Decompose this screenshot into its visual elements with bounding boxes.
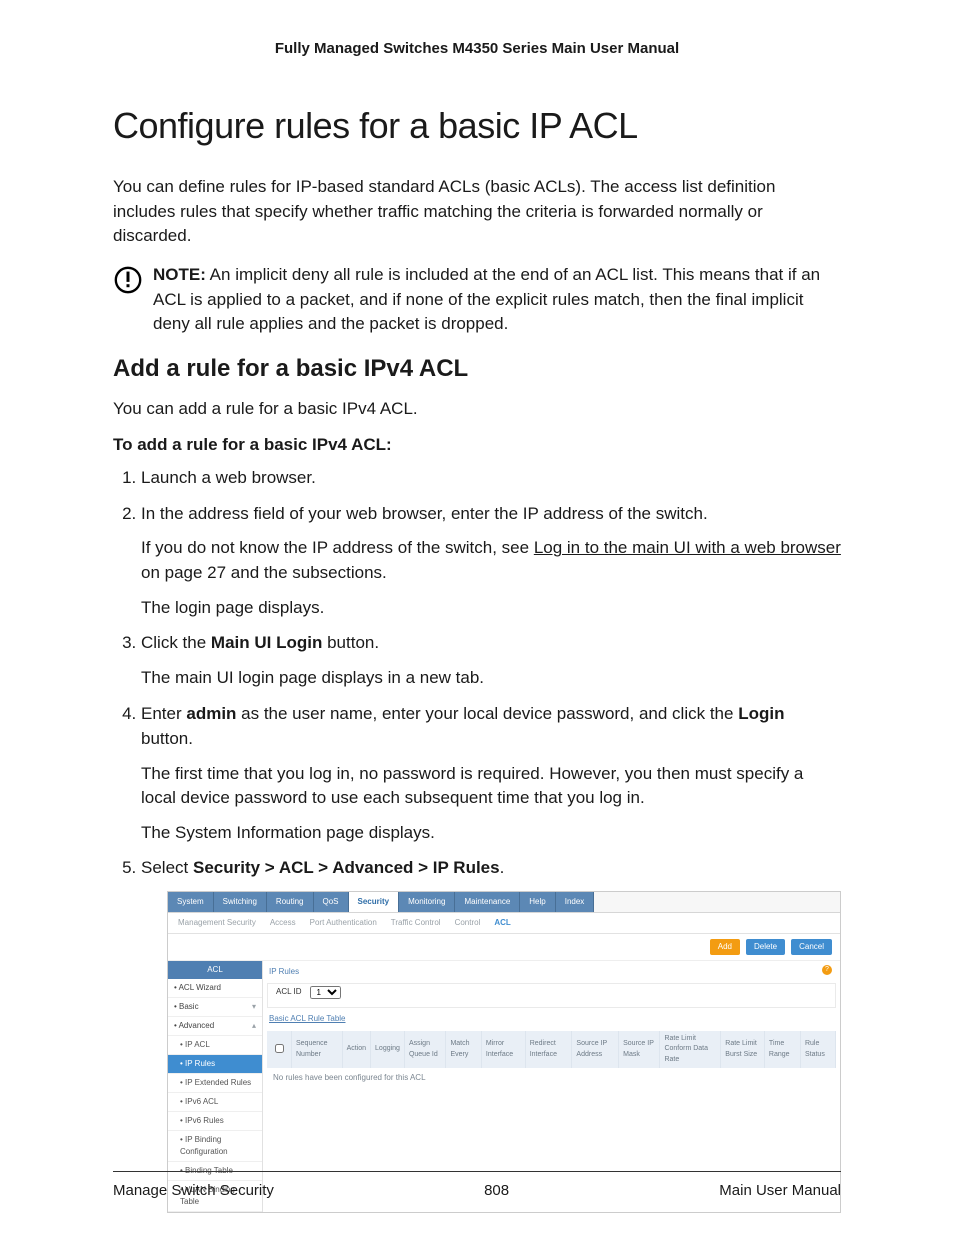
tab-qos[interactable]: QoS (314, 892, 349, 912)
alert-icon (113, 265, 143, 295)
add-button[interactable]: Add (710, 939, 740, 955)
ip-rules-title: IP Rules ? (267, 961, 836, 983)
rule-table-title: Basic ACL Rule Table (267, 1008, 836, 1027)
step-5: Select Security > ACL > Advanced > IP Ru… (141, 855, 841, 1213)
page-title: Configure rules for a basic IP ACL (113, 105, 841, 147)
top-tabs: SystemSwitchingRoutingQoSSecurityMonitor… (168, 892, 840, 913)
subtab-access[interactable]: Access (270, 917, 296, 929)
section-heading: Add a rule for a basic IPv4 ACL (113, 355, 841, 383)
col-rate-limit-conform-data-rate: Rate Limit Conform Data Rate (660, 1031, 721, 1069)
col-sequence-number: Sequence Number (292, 1031, 343, 1069)
tab-system[interactable]: System (168, 892, 214, 912)
step-3: Click the Main UI Login button. The main… (141, 630, 841, 690)
col-mirror-interface: Mirror Interface (481, 1031, 525, 1069)
tab-index[interactable]: Index (556, 892, 595, 912)
page-footer: Manage Switch Security 808 Main User Man… (113, 1171, 841, 1199)
tab-maintenance[interactable]: Maintenance (455, 892, 520, 912)
chevron-icon: ▴ (252, 1020, 256, 1032)
footer-right: Main User Manual (719, 1182, 841, 1199)
button-row: Add Delete Cancel (168, 934, 840, 961)
step-2: In the address field of your web browser… (141, 501, 841, 620)
sidebar-item-ip-binding-configuration[interactable]: • IP Binding Configuration (168, 1131, 262, 1162)
note-text: An implicit deny all rule is included at… (153, 265, 820, 333)
step-1: Launch a web browser. (141, 465, 841, 491)
section-intro: You can add a rule for a basic IPv4 ACL. (113, 397, 841, 422)
step-4: Enter admin as the user name, enter your… (141, 701, 841, 846)
footer-page-number: 808 (484, 1182, 509, 1199)
col-source-ip-address: Source IP Address (572, 1031, 619, 1069)
sidebar-item-ipv6-rules[interactable]: • IPv6 Rules (168, 1112, 262, 1131)
sidebar-item-basic[interactable]: • Basic▾ (168, 998, 262, 1017)
sidebar-item-ip-acl[interactable]: • IP ACL (168, 1036, 262, 1055)
col-logging: Logging (371, 1031, 405, 1069)
note-label: NOTE: (153, 265, 206, 284)
sidebar-header: ACL (168, 961, 262, 979)
sidebar-item-ipv6-acl[interactable]: • IPv6 ACL (168, 1093, 262, 1112)
rule-table: Sequence NumberActionLoggingAssign Queue… (267, 1031, 836, 1069)
col-assign-queue-id: Assign Queue Id (404, 1031, 446, 1069)
select-all-checkbox[interactable] (275, 1044, 284, 1053)
sidebar-item-ip-extended-rules[interactable]: • IP Extended Rules (168, 1074, 262, 1093)
col-action: Action (342, 1031, 370, 1069)
tab-routing[interactable]: Routing (267, 892, 314, 912)
sidebar-item-acl-wizard[interactable]: • ACL Wizard (168, 979, 262, 998)
sidebar-item-ip-rules[interactable]: • IP Rules (168, 1055, 262, 1074)
note-callout: NOTE: An implicit deny all rule is inclu… (113, 263, 841, 337)
doc-header: Fully Managed Switches M4350 Series Main… (113, 40, 841, 57)
note-body: NOTE: An implicit deny all rule is inclu… (153, 263, 841, 337)
delete-button[interactable]: Delete (746, 939, 785, 955)
steps-list: Launch a web browser. In the address fie… (113, 465, 841, 1212)
sidebar-item-advanced[interactable]: • Advanced▴ (168, 1017, 262, 1036)
acl-id-select[interactable]: 1 (310, 986, 341, 999)
subtab-traffic-control[interactable]: Traffic Control (391, 917, 441, 929)
col-redirect-interface: Redirect Interface (525, 1031, 572, 1069)
subtab-management-security[interactable]: Management Security (178, 917, 256, 929)
chevron-icon: ▾ (252, 1001, 256, 1013)
intro-paragraph: You can define rules for IP-based standa… (113, 175, 841, 249)
col-rate-limit-burst-size: Rate Limit Burst Size (721, 1031, 765, 1069)
tab-switching[interactable]: Switching (214, 892, 267, 912)
acl-id-row: ACL ID 1 (267, 983, 836, 1008)
tab-help[interactable]: Help (520, 892, 555, 912)
help-icon[interactable]: ? (822, 965, 832, 975)
subtab-control[interactable]: Control (455, 917, 481, 929)
acl-id-label: ACL ID (276, 986, 302, 998)
footer-left: Manage Switch Security (113, 1182, 274, 1199)
col-source-ip-mask: Source IP Mask (619, 1031, 660, 1069)
xref-login-link[interactable]: Log in to the main UI with a web browser (534, 538, 841, 557)
embedded-screenshot: SystemSwitchingRoutingQoSSecurityMonitor… (167, 891, 841, 1213)
tab-security[interactable]: Security (349, 892, 400, 912)
subtab-acl[interactable]: ACL (494, 917, 510, 929)
sub-tabs: Management Security Access Port Authentica… (168, 913, 840, 934)
task-heading: To add a rule for a basic IPv4 ACL: (113, 435, 841, 455)
subtab-port-authentication[interactable]: Port Authentication (310, 917, 377, 929)
select-all-cell[interactable] (267, 1031, 292, 1069)
cancel-button[interactable]: Cancel (791, 939, 832, 955)
tab-monitoring[interactable]: Monitoring (399, 892, 455, 912)
col-rule-status: Rule Status (800, 1031, 835, 1069)
col-time-range: Time Range (764, 1031, 800, 1069)
col-match-every: Match Every (446, 1031, 481, 1069)
empty-message: No rules have been configured for this A… (267, 1068, 836, 1088)
